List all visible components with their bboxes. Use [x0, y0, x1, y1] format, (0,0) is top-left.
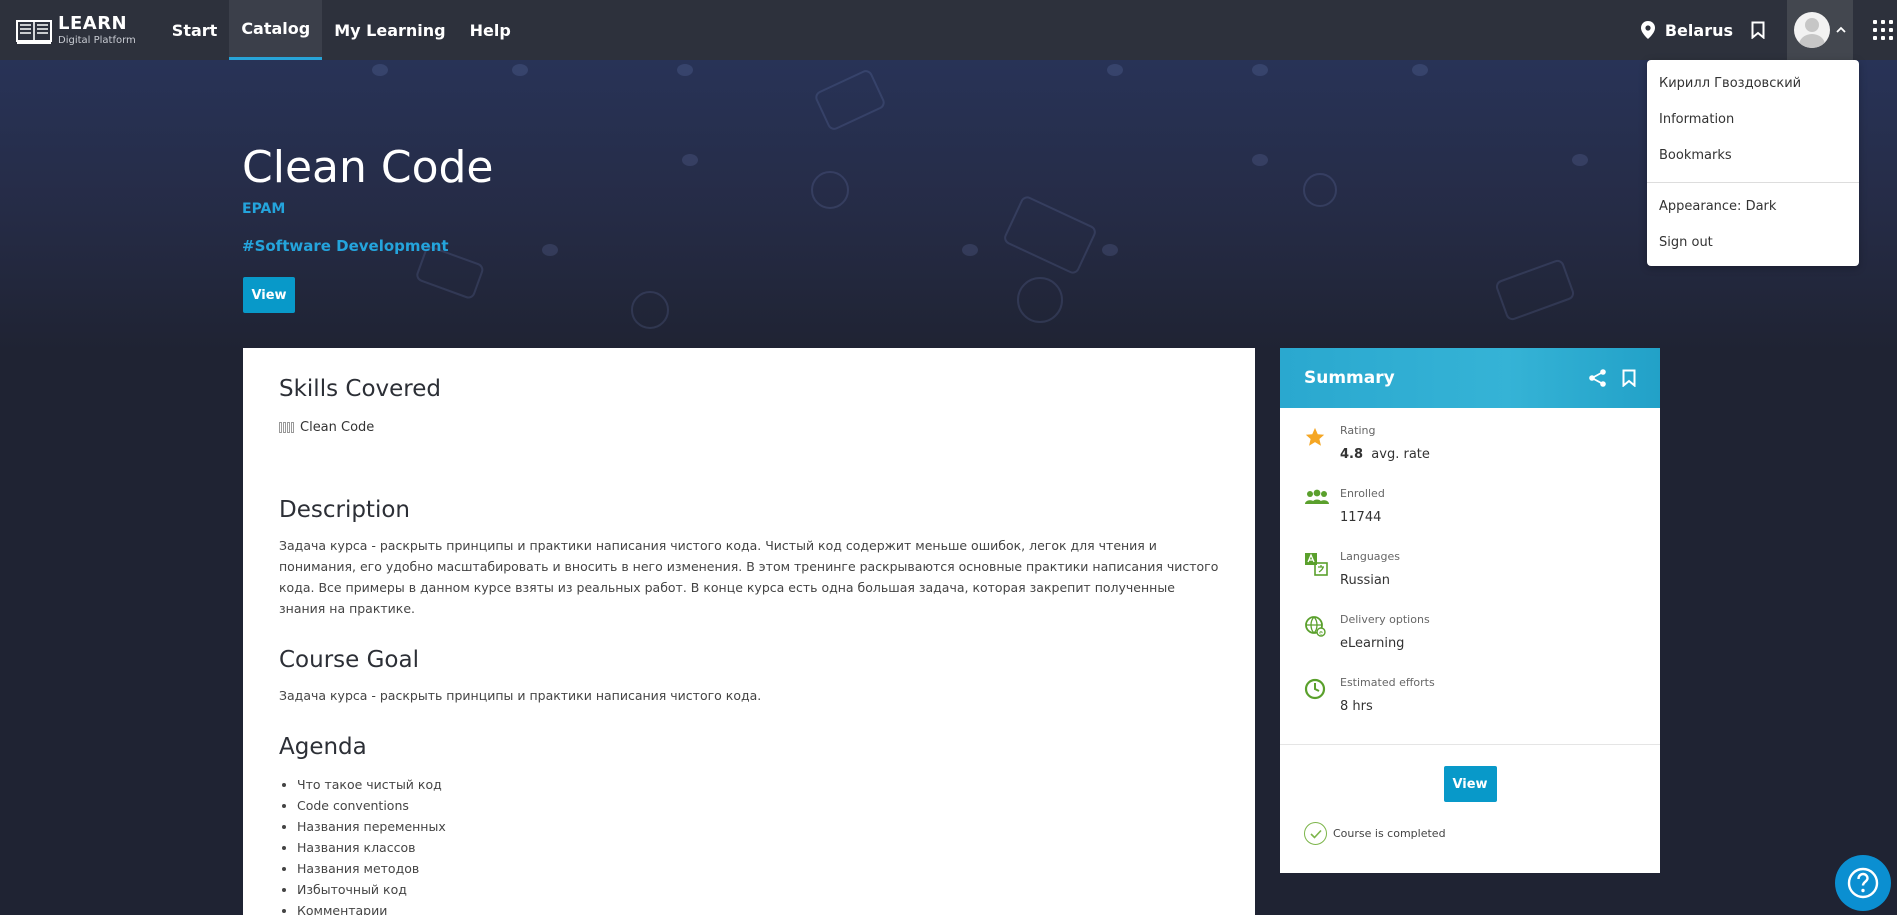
location-selector[interactable]: Belarus: [1640, 20, 1733, 40]
logo[interactable]: LEARN Digital Platform: [16, 0, 136, 60]
rating-value: 4.8: [1340, 447, 1364, 462]
summary-view-button[interactable]: View: [1443, 766, 1497, 802]
avatar-icon: [1794, 12, 1830, 48]
languages-icon: [1305, 553, 1328, 576]
description-heading: Description: [279, 497, 410, 523]
delivery-label: Delivery options: [1340, 613, 1430, 626]
agenda-heading: Agenda: [279, 734, 367, 760]
user-dropdown-menu: Кирилл Гвоздовский Information Bookmarks…: [1647, 60, 1859, 266]
help-button[interactable]: [1835, 855, 1891, 911]
delivery-value: eLearning: [1340, 636, 1405, 651]
check-circle-icon: [1304, 822, 1327, 845]
menu-divider: [1647, 182, 1859, 183]
menu-bookmarks[interactable]: Bookmarks: [1647, 144, 1859, 180]
summary-delivery: e Delivery options eLearning: [1304, 611, 1636, 674]
menu-sign-out[interactable]: Sign out: [1647, 231, 1859, 267]
hero-view-button[interactable]: View: [243, 277, 295, 313]
agenda-item: Названия переменных: [297, 816, 1219, 837]
summary-card: Summary Rating 4.8 avg. rate Enrolled 11…: [1280, 348, 1660, 873]
help-icon: [1847, 867, 1879, 899]
menu-user-name[interactable]: Кирилл Гвоздовский: [1647, 72, 1859, 108]
course-details-card: Skills Covered Clean Code Description За…: [243, 348, 1255, 915]
course-goal-heading: Course Goal: [279, 647, 419, 673]
chevron-up-icon: [1836, 26, 1846, 33]
description-text: Задача курса - раскрыть принципы и практ…: [279, 538, 1219, 616]
book-logo-icon: [16, 20, 52, 44]
summary-rating: Rating 4.8 avg. rate: [1304, 422, 1636, 485]
completion-status: Course is completed: [1304, 822, 1660, 845]
summary-divider: [1280, 744, 1660, 745]
location-label: Belarus: [1664, 20, 1733, 40]
location-pin-icon: [1640, 21, 1655, 39]
nav-help[interactable]: Help: [458, 0, 523, 60]
summary-languages: Languages Russian: [1304, 548, 1636, 611]
summary-title: Summary: [1304, 368, 1395, 388]
course-title: Clean Code: [242, 142, 494, 193]
star-icon: [1305, 427, 1325, 446]
menu-information[interactable]: Information: [1647, 108, 1859, 144]
nav-my-learning[interactable]: My Learning: [322, 0, 457, 60]
agenda-item: Названия методов: [297, 858, 1219, 879]
nav-start[interactable]: Start: [160, 0, 230, 60]
languages-value: Russian: [1340, 573, 1391, 588]
course-tag[interactable]: #Software Development: [242, 237, 449, 255]
bookmark-icon[interactable]: [1622, 369, 1636, 387]
course-hero: Clean Code EPAM #Software Development Vi…: [0, 60, 1897, 350]
agenda-item: Избыточный код: [297, 879, 1219, 900]
bookmarks-button[interactable]: [1751, 21, 1765, 39]
rating-suffix: avg. rate: [1371, 447, 1430, 462]
agenda-item: Названия классов: [297, 837, 1219, 858]
agenda-list: Что такое чистый код Code conventions На…: [279, 774, 1219, 915]
enrolled-value: 11744: [1340, 510, 1382, 525]
logo-subtitle: Digital Platform: [58, 34, 136, 46]
nav-catalog[interactable]: Catalog: [229, 0, 323, 60]
languages-label: Languages: [1340, 550, 1401, 563]
summary-header: Summary: [1280, 348, 1660, 408]
summary-enrolled: Enrolled 11744: [1304, 485, 1636, 548]
logo-title: LEARN: [58, 12, 128, 34]
user-menu-toggle[interactable]: [1787, 0, 1853, 60]
rating-label: Rating: [1340, 424, 1376, 437]
enrolled-label: Enrolled: [1340, 487, 1385, 500]
share-icon[interactable]: [1588, 368, 1608, 388]
skill-label: Clean Code: [300, 420, 375, 435]
efforts-value: 8 hrs: [1340, 699, 1373, 714]
skill-level-icon: [279, 422, 294, 433]
clock-icon: [1304, 678, 1326, 700]
apps-grid-icon[interactable]: [1873, 20, 1893, 40]
skills-heading: Skills Covered: [279, 376, 441, 402]
completion-label: Course is completed: [1333, 827, 1446, 840]
summary-efforts: Estimated efforts 8 hrs: [1304, 674, 1636, 737]
people-icon: [1305, 489, 1329, 504]
bookmark-icon: [1751, 21, 1765, 39]
top-navigation: LEARN Digital Platform Start Catalog My …: [0, 0, 1897, 60]
agenda-item: Что такое чистый код: [297, 774, 1219, 795]
agenda-item: Комментарии: [297, 900, 1219, 915]
course-goal-text: Задача курса - раскрыть принципы и практ…: [279, 688, 762, 703]
efforts-label: Estimated efforts: [1340, 676, 1435, 689]
skill-item: Clean Code: [279, 420, 1219, 435]
agenda-item: Code conventions: [297, 795, 1219, 816]
course-provider[interactable]: EPAM: [242, 201, 285, 217]
menu-appearance[interactable]: Appearance: Dark: [1647, 195, 1859, 231]
delivery-icon: e: [1305, 616, 1326, 637]
svg-text:e: e: [1319, 630, 1323, 637]
